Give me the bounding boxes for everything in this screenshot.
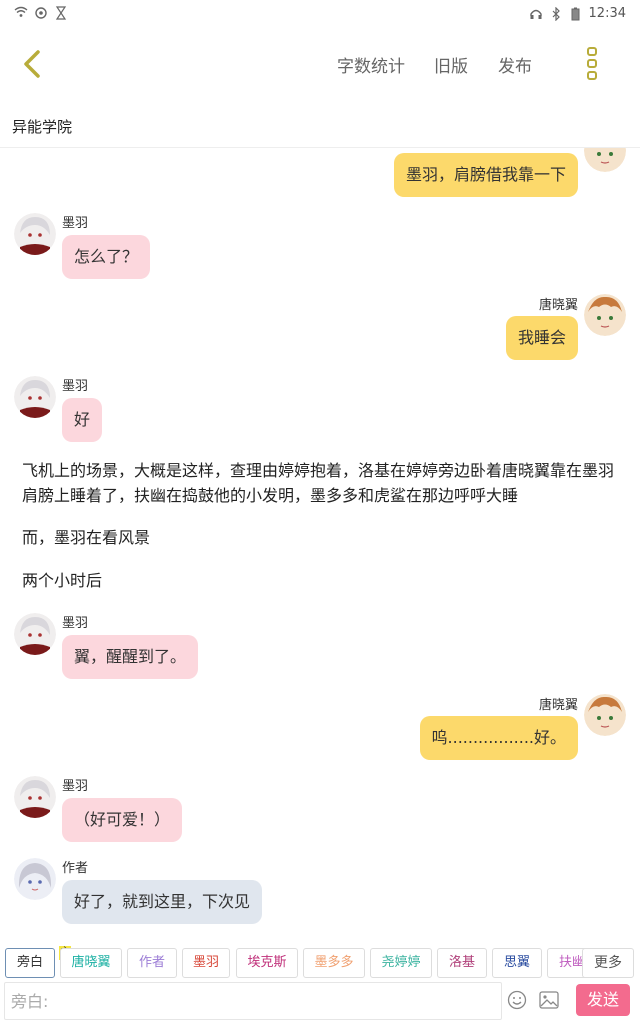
narration-text[interactable]: 飞机上的场景，大概是这样，查理由婷婷抱着，洛基在婷婷旁边卧着唐晓翼靠在墨羽肩膀上…	[22, 458, 622, 508]
speaker-name: 墨羽	[62, 616, 89, 631]
composer-bar: 发送	[0, 982, 640, 1024]
message-bubble[interactable]: 好了，就到这里，下次见	[62, 880, 263, 924]
message-bubble[interactable]: 墨羽，肩膀借我靠一下	[393, 153, 578, 197]
speaker-name: 唐晓翼	[538, 698, 578, 713]
narration-text[interactable]: 而，墨羽在看风景	[22, 525, 622, 550]
more-roles-button[interactable]: 更多	[582, 948, 634, 978]
message-input[interactable]	[4, 982, 502, 1020]
role-chip-siyi[interactable]: 思翼	[492, 948, 542, 978]
hourglass-icon	[54, 6, 68, 20]
narration-text[interactable]: 两个小时后	[22, 568, 622, 593]
avatar-mo-yu[interactable]	[14, 613, 56, 655]
avatar-mo-yu[interactable]	[14, 213, 56, 255]
image-icon	[539, 991, 559, 1009]
role-chip-aikesi[interactable]: 埃克斯	[236, 948, 298, 978]
headset-icon	[529, 7, 543, 21]
sync-icon	[34, 6, 48, 20]
chat-editor-screen: 12:34 字数统计 旧版 发布 异能学院 墨羽，肩膀借我靠一下 墨羽 怎么了？…	[0, 0, 640, 1024]
chevron-left-icon	[24, 50, 40, 78]
story-title: 异能学院	[12, 118, 73, 136]
role-chip-yao-tingting[interactable]: 尧婷婷	[370, 948, 432, 978]
role-selector-bar: 旁白 主 唐晓翼 作者 墨羽 埃克斯 墨多多 尧婷婷 洛基 思翼 扶幽 更多	[0, 946, 640, 980]
role-chip-author[interactable]: 作者	[127, 948, 177, 978]
clock: 12:34	[588, 6, 626, 21]
role-chip-tang-xiaoyi[interactable]: 唐晓翼	[60, 948, 122, 978]
battery-icon	[569, 7, 583, 21]
word-count-button[interactable]: 字数统计	[337, 52, 405, 77]
emoji-icon	[507, 990, 527, 1010]
avatar-tang-xiaoyi[interactable]	[584, 148, 626, 172]
role-chip-narrator[interactable]: 旁白	[5, 948, 55, 978]
role-chip-mo-duoduo[interactable]: 墨多多	[303, 948, 365, 978]
message-bubble[interactable]: 呜.................好。	[419, 716, 578, 760]
back-button[interactable]	[12, 44, 52, 84]
speaker-name: 墨羽	[62, 779, 89, 794]
speaker-name: 作者	[62, 861, 89, 876]
story-title-bar: 异能学院	[0, 100, 640, 148]
message-bubble[interactable]: 我睡会	[505, 316, 578, 360]
speaker-name: 墨羽	[62, 216, 89, 231]
status-bar: 12:34	[0, 0, 640, 28]
top-bar: 字数统计 旧版 发布	[0, 28, 640, 100]
message-bubble[interactable]: 翼，醒醒到了。	[62, 635, 199, 679]
avatar-mo-yu[interactable]	[14, 776, 56, 818]
message-bubble[interactable]: 怎么了？	[62, 235, 151, 279]
chat-list[interactable]: 墨羽，肩膀借我靠一下 墨羽 怎么了？ 唐晓翼 我睡会 墨羽 好 飞机上的场景，大…	[0, 148, 640, 938]
wifi-icon	[14, 6, 28, 20]
old-version-button[interactable]: 旧版	[434, 52, 468, 77]
bluetooth-icon	[549, 6, 563, 21]
speaker-name: 墨羽	[62, 379, 89, 394]
role-chip-mo-yu[interactable]: 墨羽	[182, 948, 230, 978]
avatar-tang-xiaoyi[interactable]	[584, 294, 626, 336]
role-chip-luoji[interactable]: 洛基	[437, 948, 487, 978]
avatar-tang-xiaoyi[interactable]	[584, 694, 626, 736]
message-bubble[interactable]: （好可爱！）	[62, 798, 183, 842]
vertical-dots-icon	[587, 47, 597, 80]
more-menu-button[interactable]	[584, 46, 600, 82]
avatar-author[interactable]	[14, 858, 56, 900]
publish-button[interactable]: 发布	[498, 52, 532, 77]
avatar-mo-yu[interactable]	[14, 376, 56, 418]
emoji-button[interactable]	[507, 990, 527, 1010]
send-button[interactable]: 发送	[576, 984, 630, 1016]
message-bubble[interactable]: 好	[62, 398, 103, 442]
image-button[interactable]	[539, 991, 559, 1009]
speaker-name: 唐晓翼	[538, 298, 578, 313]
